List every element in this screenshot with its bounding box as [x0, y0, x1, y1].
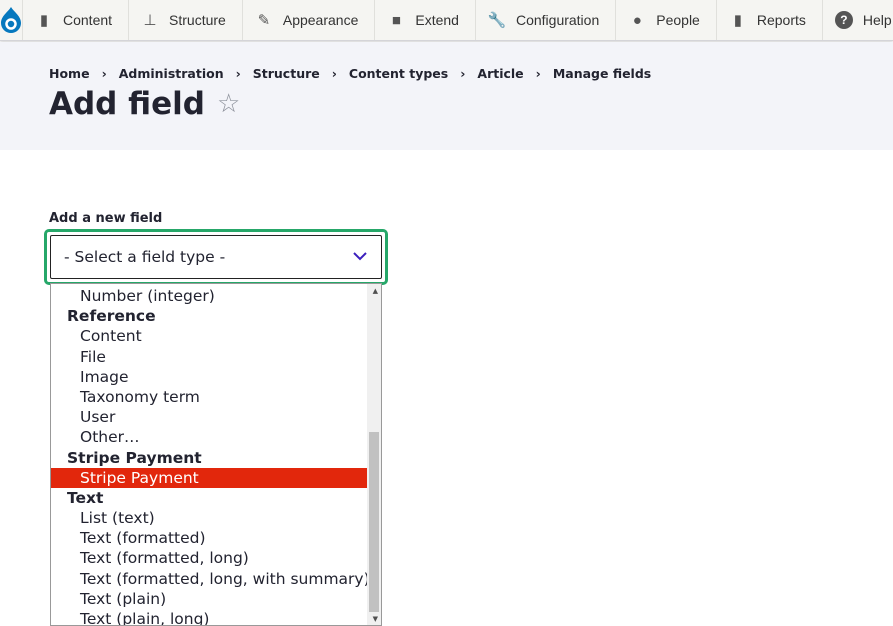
scroll-down-icon[interactable]: ▼ [373, 615, 378, 623]
dropdown-option[interactable]: Image [51, 367, 381, 387]
dropdown-option[interactable]: Content [51, 326, 381, 346]
toolbar-item-content[interactable]: ▮ Content [23, 0, 130, 40]
scrollbar-thumb[interactable] [369, 432, 379, 612]
toolbar-item-configuration[interactable]: 🔧 Configuration [476, 0, 617, 40]
dropdown-option[interactable]: Number (integer) [51, 286, 381, 306]
field-type-dropdown-list[interactable]: Number (integer) Reference Content File Imag… [50, 283, 382, 626]
dropdown-option[interactable]: Text (formatted) [51, 528, 381, 548]
star-shortcut-icon[interactable]: ☆ [217, 89, 240, 119]
help-icon: ? [834, 11, 853, 29]
breadcrumb-link[interactable]: Manage fields [553, 66, 651, 81]
breadcrumb-separator-icon: › [460, 66, 466, 81]
breadcrumb-link[interactable]: Content types [349, 66, 448, 81]
sitemap-icon: ⊥ [143, 12, 157, 29]
toolbar-item-label: Content [63, 12, 113, 28]
breadcrumb: Home › Administration › Structure › Content ty… [49, 66, 651, 81]
breadcrumb-separator-icon: › [235, 66, 241, 81]
breadcrumb-link[interactable]: Home [49, 66, 90, 81]
breadcrumb-separator-icon: › [535, 66, 541, 81]
toolbar-item-label: Structure [169, 12, 226, 28]
dropdown-option[interactable]: Taxonomy term [51, 387, 381, 407]
admin-toolbar: ▮ Content ⊥ Structure ✎ Appearance ■ Extend 🔧 Con… [0, 0, 893, 41]
select-value: - Select a field type - [64, 248, 226, 266]
page-title: Add field [49, 86, 205, 122]
file-icon: ▮ [39, 12, 49, 29]
toolbar-item-label: People [656, 12, 700, 28]
breadcrumb-link[interactable]: Article [477, 66, 523, 81]
toolbar-item-appearance[interactable]: ✎ Appearance [243, 0, 376, 40]
wrench-icon: 🔧 [487, 12, 507, 29]
dropdown-option[interactable]: Text (plain) [51, 589, 381, 609]
toolbar-item-reports[interactable]: ▮ Reports [717, 0, 823, 40]
page-header: Home › Administration › Structure › Content ty… [0, 42, 893, 150]
dropdown-option[interactable]: File [51, 347, 381, 367]
toolbar-item-label: Reports [756, 12, 806, 28]
scrollbar[interactable]: ▲ ▼ [367, 284, 381, 625]
breadcrumb-separator-icon: › [101, 66, 107, 81]
toolbar-item-structure[interactable]: ⊥ Structure [129, 0, 243, 40]
chevron-down-icon [353, 249, 367, 265]
drupal-drop-icon [1, 7, 21, 33]
option-group-label: Text [67, 488, 104, 507]
dropdown-option[interactable]: Text (formatted, long) [51, 548, 381, 568]
toolbar-item-label: Help [862, 12, 892, 28]
option-group-label: Reference [67, 307, 156, 326]
dropdown-option[interactable]: Stripe Payment [51, 467, 381, 488]
add-field-label: Add a new field [49, 211, 163, 226]
person-icon: ● [632, 11, 642, 29]
field-type-select[interactable]: - Select a field type - [44, 229, 388, 285]
toolbar-item-help[interactable]: ? Help [823, 0, 893, 40]
dropdown-option[interactable]: User [51, 407, 381, 427]
option-group-label: Stripe Payment [67, 448, 202, 467]
toolbar-item-people[interactable]: ● People [616, 0, 717, 40]
toolbar-item-label: Extend [415, 12, 459, 28]
breadcrumb-link[interactable]: Structure [253, 66, 320, 81]
drupal-logo[interactable] [0, 0, 23, 40]
bar-chart-icon: ▮ [733, 12, 742, 29]
dropdown-option[interactable]: Text (formatted, long, with summary) [51, 569, 381, 589]
puzzle-icon: ■ [391, 11, 401, 29]
dropdown-option[interactable]: Text (plain, long) [51, 609, 381, 625]
dropdown-option[interactable]: Other… [51, 427, 381, 447]
dropdown-option[interactable]: List (text) [51, 508, 381, 528]
toolbar-item-label: Configuration [515, 12, 600, 28]
brush-icon: ✎ [257, 12, 271, 29]
toolbar-item-extend[interactable]: ■ Extend [375, 0, 476, 40]
toolbar-item-label: Appearance [282, 12, 359, 28]
scroll-up-icon[interactable]: ▲ [373, 287, 378, 295]
breadcrumb-link[interactable]: Administration [119, 66, 224, 81]
breadcrumb-separator-icon: › [331, 66, 337, 81]
